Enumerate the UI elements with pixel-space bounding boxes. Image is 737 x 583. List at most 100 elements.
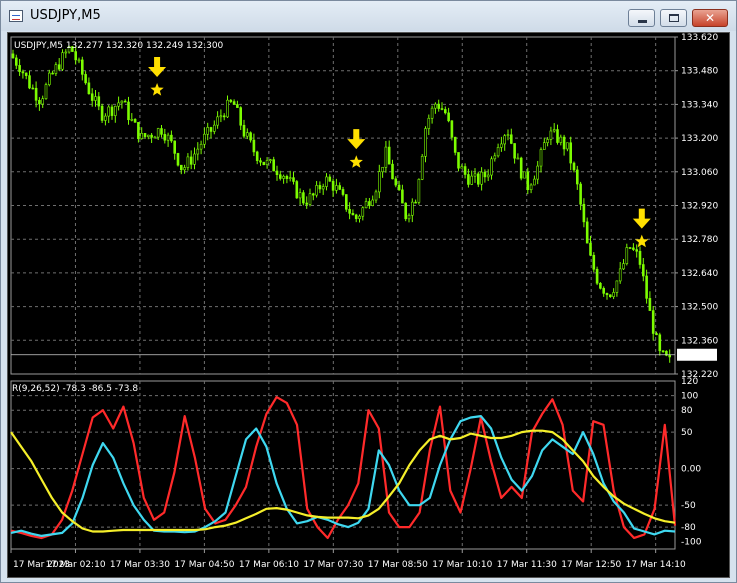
candle-body — [193, 153, 196, 165]
candle-body — [302, 192, 305, 204]
candle-body — [470, 175, 474, 185]
candle-body — [57, 64, 61, 70]
maximize-button[interactable] — [660, 9, 687, 27]
candle-body — [391, 163, 394, 180]
candle-body — [542, 142, 546, 150]
candle-body — [344, 194, 348, 210]
candle-body — [269, 159, 272, 161]
chart-client-area[interactable]: 133.620 133.480 133.340 133.200 133.060 132.9… — [7, 32, 730, 578]
candle-body — [387, 146, 391, 165]
indicator-axis-label: -80 — [681, 523, 696, 533]
candle-body — [222, 115, 226, 118]
candle-body — [572, 162, 576, 171]
candle-body — [397, 184, 401, 191]
candle-body — [34, 87, 38, 101]
candle-body — [641, 264, 645, 277]
chart-window-icon — [9, 10, 23, 22]
current-price-label: 132.300 — [680, 351, 717, 361]
candle-body — [463, 166, 467, 175]
candle-body — [41, 98, 45, 105]
candle-body — [371, 199, 375, 206]
title-bar[interactable]: USDJPY,M5 ✕ — [1, 1, 736, 31]
indicator-axis-label: -100 — [681, 538, 702, 548]
candle-body — [559, 136, 563, 143]
minimize-icon — [638, 20, 647, 23]
candle-body — [226, 99, 229, 118]
candle-body — [259, 160, 262, 163]
price-axis-label: 133.340 — [681, 100, 718, 110]
indicator-axis-label: 100 — [681, 392, 698, 402]
candle-body — [196, 148, 200, 155]
candle-body — [354, 214, 358, 219]
close-button[interactable]: ✕ — [692, 9, 728, 27]
candle-body — [552, 129, 556, 132]
candle-body — [533, 178, 536, 186]
candle-body — [569, 142, 573, 164]
candle-body — [255, 151, 259, 161]
candle-body — [219, 115, 223, 118]
candle-body — [608, 294, 612, 298]
candle-body — [443, 109, 447, 114]
candle-body — [381, 166, 384, 173]
candle-body — [661, 350, 665, 353]
candle-body — [153, 136, 157, 139]
candle-body — [64, 51, 68, 54]
candle-body — [170, 134, 173, 142]
candle-body — [110, 106, 114, 116]
candle-body — [430, 107, 434, 119]
candle-body — [602, 288, 606, 294]
candle-body — [361, 207, 365, 217]
candle-body — [490, 158, 493, 176]
candle-body — [232, 101, 236, 105]
price-axis-label: 132.920 — [681, 202, 718, 212]
candle-body — [483, 171, 487, 178]
candle-body — [239, 107, 242, 126]
candle-body — [480, 171, 483, 185]
candle-body — [249, 132, 252, 141]
candle-body — [288, 177, 292, 179]
window-title: USDJPY,M5 — [30, 8, 101, 23]
candle-body — [117, 102, 120, 107]
candle-body — [331, 180, 335, 191]
candle-body — [417, 179, 421, 203]
chart-canvas[interactable]: 133.620 133.480 133.340 133.200 133.060 132.9… — [8, 33, 731, 579]
candle-body — [566, 142, 569, 150]
candle-body — [539, 149, 543, 167]
candle-body — [87, 82, 91, 95]
candle-body — [549, 130, 553, 140]
price-axis-label: 133.060 — [681, 168, 718, 178]
candle-body — [21, 71, 25, 74]
candle-body — [338, 185, 342, 190]
candle-body — [18, 65, 21, 72]
candle-body — [407, 214, 411, 220]
candle-body — [133, 119, 137, 123]
time-axis-label: 17 Mar 03:30 — [110, 560, 170, 570]
candle-body — [420, 156, 424, 180]
indicator-lines — [10, 396, 677, 540]
candle-body — [278, 174, 282, 179]
candle-body — [546, 139, 549, 143]
candle-body — [628, 247, 632, 249]
time-axis-label: 17 Mar 10:10 — [432, 560, 492, 570]
candle-body — [582, 203, 586, 223]
candle-body — [216, 116, 219, 126]
candle-body — [579, 183, 582, 205]
candle-body — [114, 105, 117, 116]
candle-body — [585, 221, 589, 244]
candle-body — [150, 134, 153, 138]
indicator-axis-label: 80 — [681, 406, 693, 416]
candle-body — [476, 173, 480, 185]
minimize-button[interactable] — [628, 9, 655, 27]
candle-body — [368, 201, 371, 206]
candle-body — [15, 57, 18, 66]
down-arrow-icon — [148, 56, 167, 77]
candle-body — [414, 201, 417, 204]
candle-body — [123, 100, 127, 103]
candle-body — [166, 134, 170, 141]
candle-body — [183, 167, 186, 171]
candle-body — [305, 202, 309, 205]
candle-body — [513, 143, 516, 159]
candle-body — [374, 191, 378, 201]
time-axis-label: 17 Mar 02:10 — [45, 560, 105, 570]
candle-body — [645, 275, 648, 299]
